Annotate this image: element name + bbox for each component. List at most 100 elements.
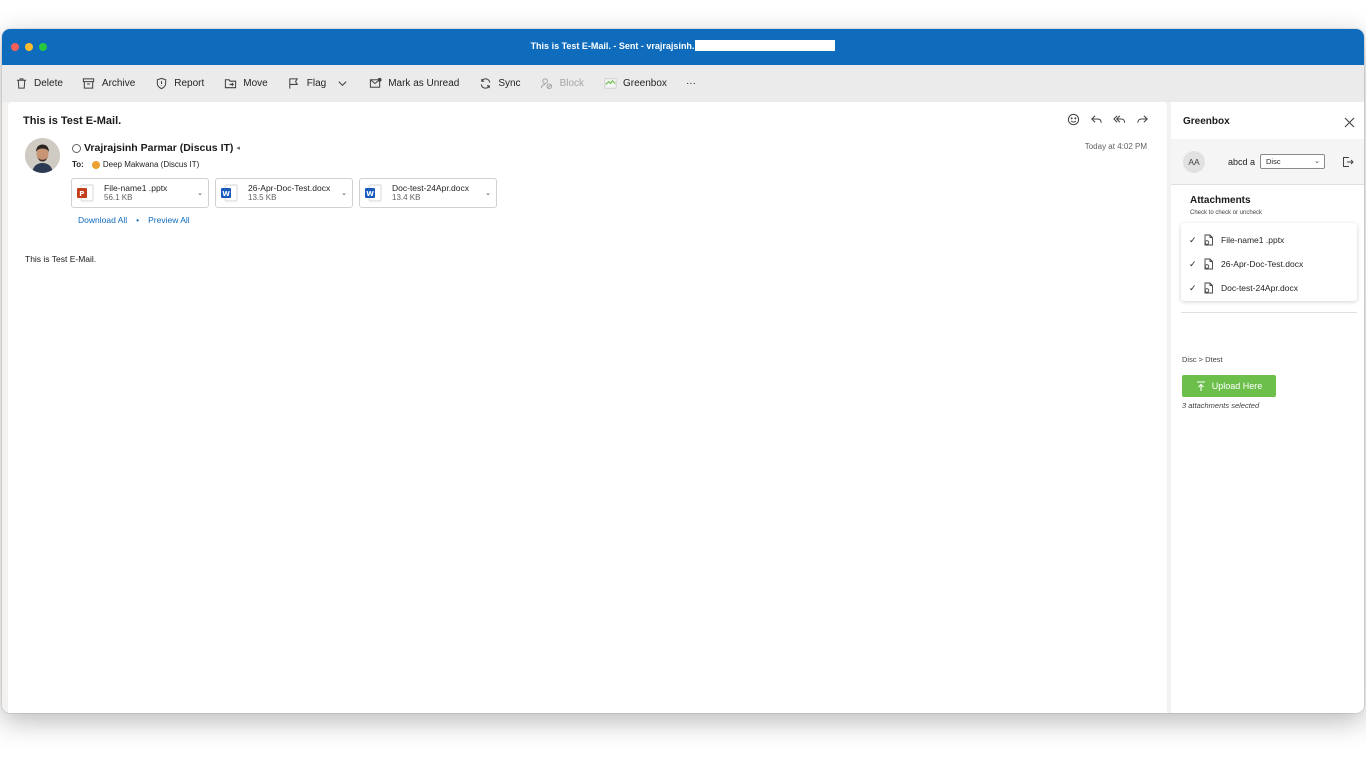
divider [1181, 312, 1357, 313]
reply-icon[interactable] [1090, 113, 1103, 126]
close-icon[interactable] [1344, 115, 1355, 128]
checkmark-icon[interactable]: ✓ [1189, 259, 1199, 270]
list-item[interactable]: ✓ File-name1 .pptx [1181, 228, 1357, 252]
recipients-line: To: Deep Makwana (Discus IT) [72, 160, 199, 169]
outlook-window: This is Test E-Mail. - Sent - vrajrajsin… [2, 29, 1364, 713]
mark-as-unread-label: Mark as Unread [388, 78, 460, 89]
attachment-card[interactable]: W Doc-test-24Apr.docx 13.4 KB ⌄ [359, 178, 497, 208]
attachment-card[interactable]: P File-name1 .pptx 56.1 KB ⌄ [71, 178, 209, 208]
redacted-address [695, 40, 836, 51]
attachment-size: 13.5 KB [248, 193, 277, 202]
block-label: Block [559, 78, 585, 89]
message-actions [1067, 113, 1149, 126]
sync-label: Sync [498, 78, 521, 89]
title-bar: This is Test E-Mail. - Sent - vrajrajsin… [2, 29, 1364, 65]
archive-label: Archive [101, 78, 136, 89]
attachments-hint: Check to check or uncheck [1190, 210, 1263, 216]
message-subject: This is Test E-Mail. [23, 115, 122, 127]
download-all-link[interactable]: Download All [78, 215, 127, 225]
emoji-reaction-icon[interactable] [1067, 113, 1080, 126]
recipient-name[interactable]: Deep Makwana (Discus IT) [103, 160, 199, 169]
sender-avatar[interactable] [25, 138, 60, 173]
attachment-card[interactable]: W 26-Apr-Doc-Test.docx 13.5 KB ⌄ [215, 178, 353, 208]
attachment-list: P File-name1 .pptx 56.1 KB ⌄ W 26-Apr-Do… [71, 178, 497, 208]
list-item-label: 26-Apr-Doc-Test.docx [1221, 259, 1304, 269]
document-icon [1203, 258, 1214, 270]
breadcrumb: Disc > Dtest [1182, 355, 1223, 364]
svg-text:P: P [79, 190, 84, 198]
reading-pane: This is Test E-Mail. Vrajrajsinh Parmar … [8, 102, 1167, 713]
report-button[interactable]: Report [154, 71, 213, 97]
attachment-size: 13.4 KB [392, 193, 421, 202]
folder-select-value: Disc [1266, 157, 1281, 166]
window-title-text: This is Test E-Mail. - Sent - vrajrajsin… [530, 41, 695, 51]
flag-icon [287, 77, 301, 91]
chevron-down-icon[interactable]: ⌄ [197, 189, 203, 197]
attachment-links: Download All • Preview All [78, 215, 190, 225]
user-name: abcd a [1228, 157, 1256, 167]
chevron-down-icon[interactable]: ⌄ [341, 189, 347, 197]
more-options-button[interactable]: ··· [686, 71, 705, 97]
greenbox-pane: Greenbox AA abcd a Disc ⌄ Attachments Ch… [1171, 102, 1364, 713]
delete-label: Delete [34, 78, 63, 89]
sync-button[interactable]: Sync [478, 71, 529, 97]
shield-icon [154, 77, 168, 91]
sign-out-icon[interactable] [1342, 155, 1354, 167]
attachment-name: Doc-test-24Apr.docx [392, 183, 470, 193]
document-icon [1203, 282, 1214, 294]
move-button[interactable]: Move [223, 71, 276, 97]
trash-icon [14, 77, 28, 91]
list-item[interactable]: ✓ 26-Apr-Doc-Test.docx [1181, 252, 1357, 276]
report-label: Report [174, 78, 205, 89]
greenbox-logo-icon [603, 77, 617, 91]
greenbox-button[interactable]: Greenbox [603, 71, 676, 97]
folder-select[interactable]: Disc ⌄ [1260, 154, 1325, 169]
checkmark-icon[interactable]: ✓ [1189, 283, 1199, 294]
envelope-icon [368, 77, 382, 91]
link-separator: • [136, 215, 140, 225]
sender-line: Vrajrajsinh Parmar (Discus IT) ◂ [72, 142, 240, 154]
attachment-size: 56.1 KB [104, 193, 133, 202]
to-label: To: [72, 160, 84, 169]
recipient-presence-icon [91, 160, 100, 169]
reply-all-icon[interactable] [1113, 113, 1126, 126]
list-item[interactable]: ✓ Doc-test-24Apr.docx [1181, 276, 1357, 300]
chevron-down-icon[interactable] [335, 77, 349, 91]
message-body: This is Test E-Mail. [25, 254, 97, 264]
svg-text:W: W [366, 190, 374, 198]
svg-text:W: W [222, 190, 230, 198]
delete-button[interactable]: Delete [14, 71, 72, 97]
user-avatar: AA [1183, 151, 1205, 173]
mark-as-unread-button[interactable]: Mark as Unread [368, 71, 468, 97]
word-file-icon: W [364, 184, 382, 202]
checkmark-icon[interactable]: ✓ [1189, 235, 1199, 246]
preview-all-link[interactable]: Preview All [148, 215, 190, 225]
chevron-down-icon: ⌄ [1314, 158, 1320, 165]
list-item-label: File-name1 .pptx [1221, 235, 1285, 245]
sender-name[interactable]: Vrajrajsinh Parmar (Discus IT) [84, 142, 233, 154]
move-label: Move [243, 78, 268, 89]
word-file-icon: W [220, 184, 238, 202]
attachment-checklist: ✓ File-name1 .pptx ✓ 26-Apr-Doc-Test.doc… [1181, 223, 1357, 301]
flag-label: Flag [306, 78, 327, 89]
window-title: This is Test E-Mail. - Sent - vrajrajsin… [2, 40, 1364, 51]
block-user-icon [540, 77, 554, 91]
more-options-icon: ··· [685, 78, 696, 89]
block-button[interactable]: Block [540, 71, 593, 97]
forward-icon[interactable] [1136, 113, 1149, 126]
archive-icon [82, 77, 96, 91]
sender-expand-icon[interactable]: ◂ [236, 144, 240, 152]
document-icon [1203, 234, 1214, 246]
chevron-down-icon[interactable]: ⌄ [485, 189, 491, 197]
account-row: AA abcd a Disc ⌄ [1171, 139, 1364, 185]
pane-title: Greenbox [1183, 116, 1230, 127]
list-item-label: Doc-test-24Apr.docx [1221, 283, 1299, 293]
selection-count: 3 attachments selected [1182, 401, 1260, 410]
message-timestamp: Today at 4:02 PM [1084, 142, 1147, 151]
message-toolbar: Delete Archive Report Move Flag Mark as … [2, 65, 1364, 102]
greenbox-label: Greenbox [623, 78, 667, 89]
upload-here-button[interactable]: Upload Here [1182, 375, 1276, 397]
flag-button[interactable]: Flag [287, 71, 358, 97]
attachment-name: File-name1 .pptx [104, 183, 168, 193]
archive-button[interactable]: Archive [82, 71, 144, 97]
